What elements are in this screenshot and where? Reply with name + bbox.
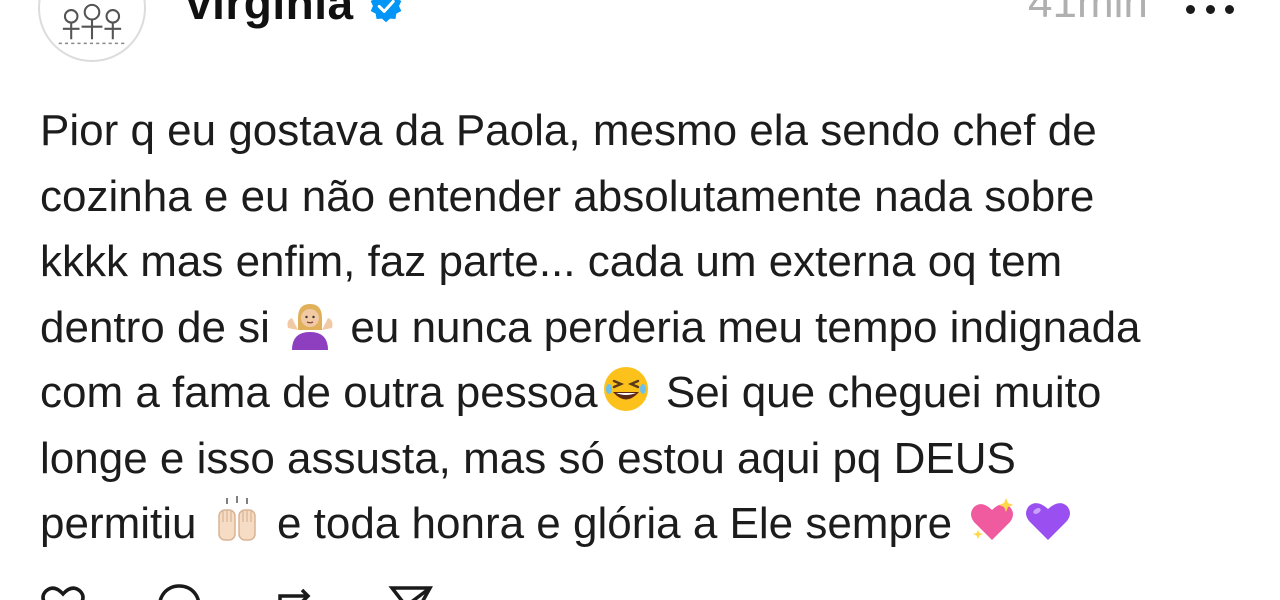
text-segment: eu nunca perderia meu tempo indignada [350,302,1141,352]
rolling-laughing-emoji-icon [600,363,652,415]
thread-post: virginia 41min Pior q eu gostava da Paol… [0,0,1280,600]
username[interactable]: virginia [186,0,354,28]
text-line: com a fama de outra pessoa Sei que chegu… [40,360,1260,426]
text-line: dentro de si eu nunca perderia meu tempo… [40,295,1260,361]
text-segment: longe e isso assusta, mas só estou aqui … [40,433,1016,483]
text-segment: cozinha e eu não entender absolutamente … [40,171,1095,221]
post-timestamp: 41min [1028,0,1148,27]
raising-hands-emoji-icon [211,494,263,546]
comment-icon[interactable] [156,582,202,600]
post-text: Pior q eu gostava da Paola, mesmo ela se… [40,98,1260,557]
text-segment: permitiu [40,499,197,548]
text-segment: kkkk mas enfim, faz parte... cada um ext… [40,237,1063,286]
woman-shrugging-emoji-icon [284,298,336,350]
profile-avatar[interactable] [38,0,146,62]
purple-heart-emoji-icon [1022,494,1074,546]
more-dot [1186,4,1195,14]
text-line: cozinha e eu não entender absolutamente … [40,164,1260,230]
text-segment: Pior q eu gostava da Paola, mesmo ela se… [40,106,1097,155]
text-line: longe e isso assusta, mas só estou aqui … [40,426,1260,492]
text-segment: com a fama de outra pessoa [40,368,598,417]
share-icon[interactable] [388,582,434,600]
more-options-button[interactable] [1186,0,1234,24]
text-segment: Sei que cheguei muito [665,368,1102,417]
post-actions [40,582,434,600]
text-segment: e toda honra e glória a Ele sempre [276,499,953,548]
sparkling-heart-emoji-icon [966,494,1018,546]
text-line: permitiu e toda honra e glória a Ele sem… [40,491,1260,557]
family-drawing-avatar-icon [58,3,126,45]
repost-icon[interactable] [272,582,318,600]
more-dot [1225,4,1234,14]
text-line: Pior q eu gostava da Paola, mesmo ela se… [40,98,1260,164]
verified-badge-icon [368,0,404,24]
text-segment: dentro de si [40,302,270,352]
more-dot [1205,4,1215,14]
heart-icon[interactable] [40,582,86,600]
text-line: kkkk mas enfim, faz parte... cada um ext… [40,229,1260,295]
